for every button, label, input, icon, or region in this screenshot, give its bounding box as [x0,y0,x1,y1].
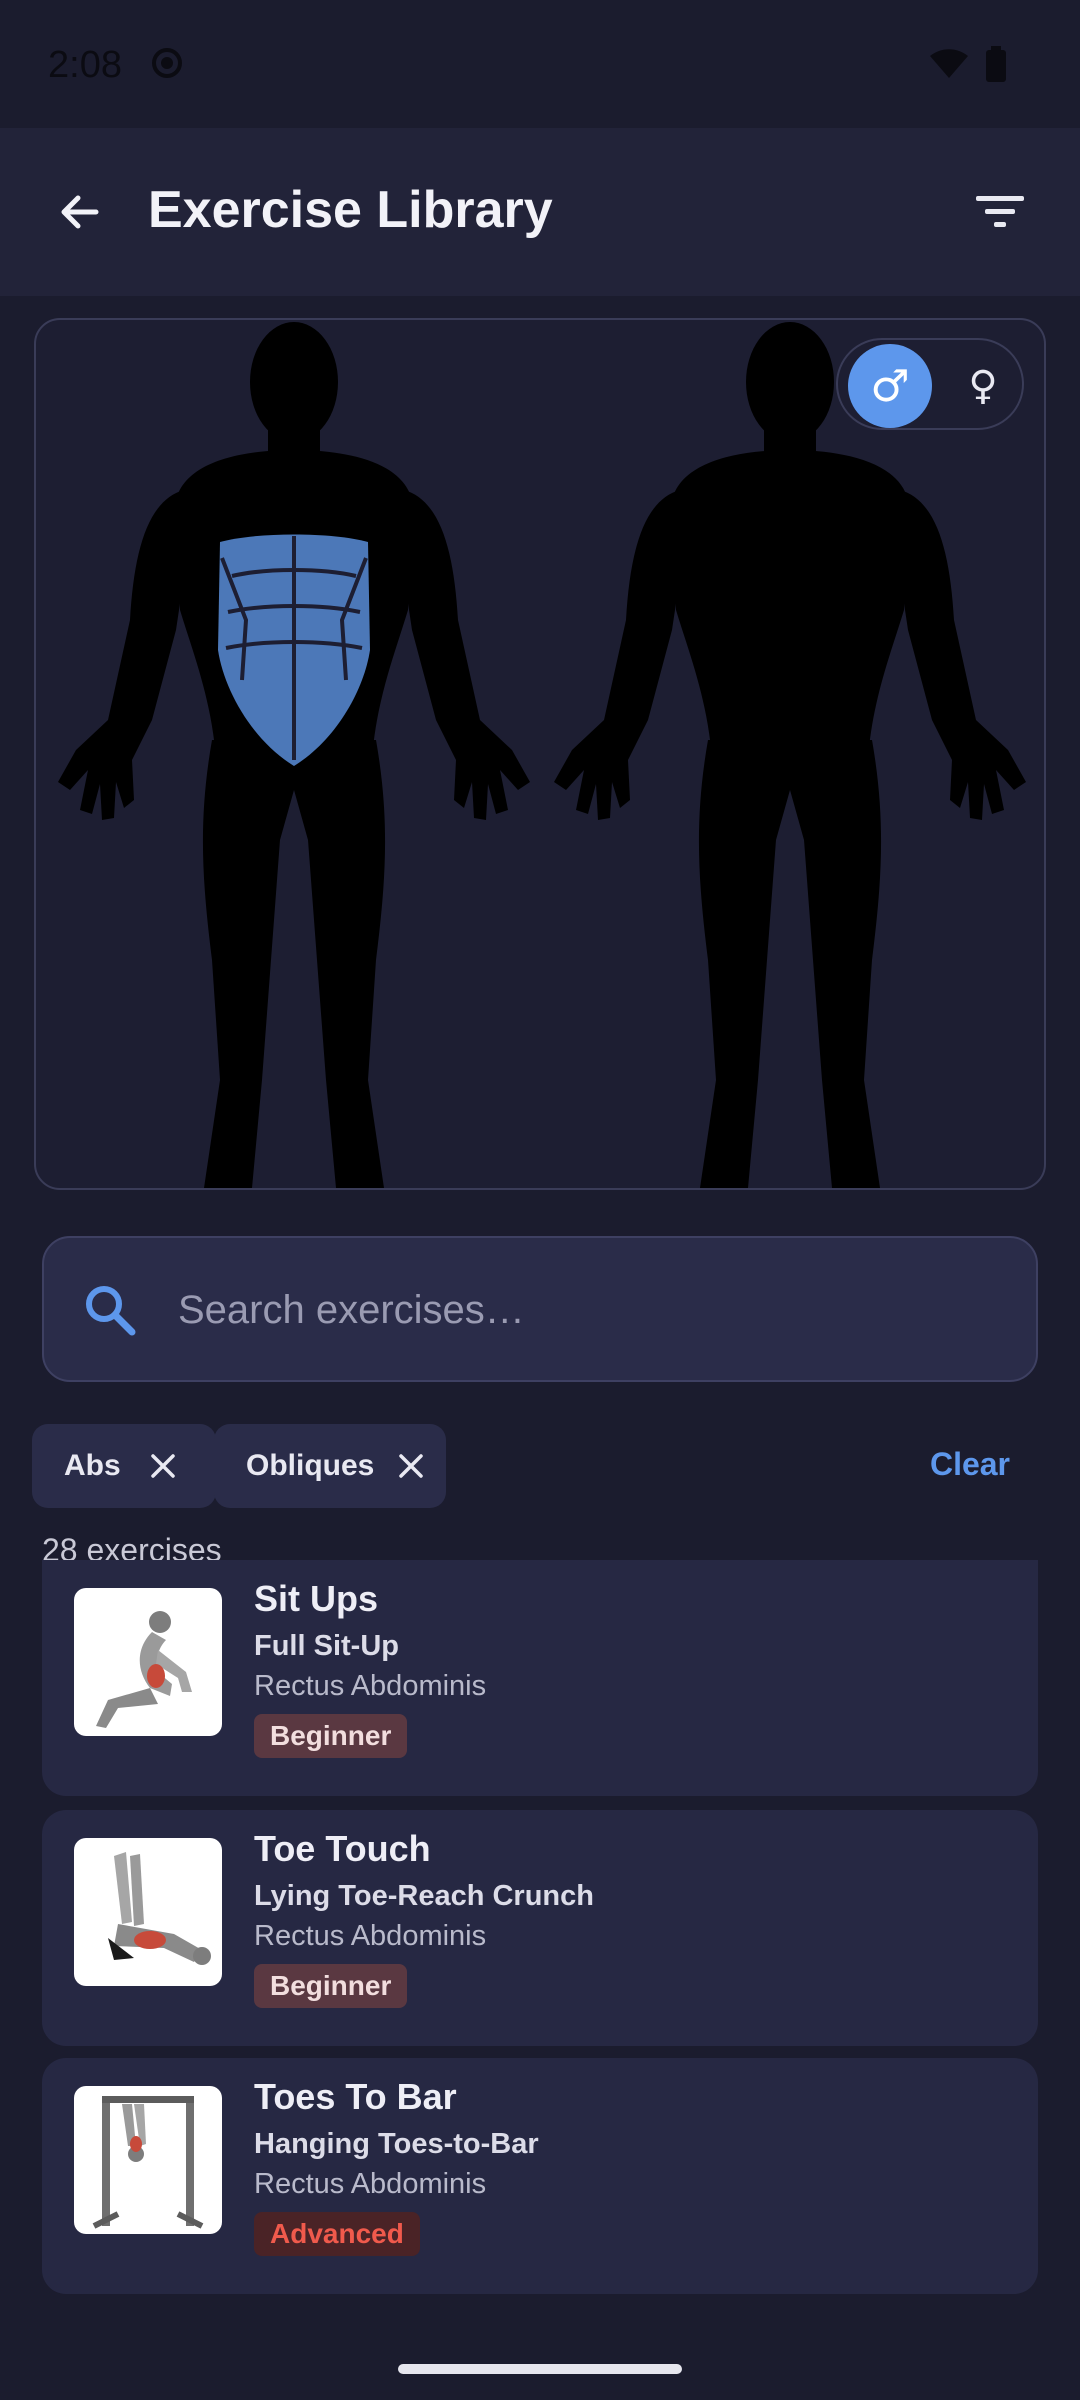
difficulty-badge: Beginner [254,1714,408,1758]
exercise-card-sit-ups[interactable]: Sit Ups Full Sit-Up Rectus Abdominis Beg… [42,1560,1038,1796]
status-time: 2:08 [48,44,122,86]
circle-status-icon [150,46,184,85]
filter-button[interactable] [960,172,1040,252]
exercise-muscle: Rectus Abdominis [254,1670,487,1702]
exercise-muscle: Rectus Abdominis [254,2168,487,2200]
home-indicator[interactable] [398,2364,682,2374]
exercise-name: Toes To Bar [254,2076,457,2117]
filter-chip-abs[interactable]: Abs [32,1424,216,1508]
app-bar: Exercise Library [0,128,1080,296]
male-toggle-button[interactable]: ♂ [848,344,932,428]
difficulty-badge: Beginner [254,1964,408,2008]
filter-chip-label: Obliques [246,1449,375,1482]
battery-icon [984,46,1008,87]
exercise-thumbnail [74,2086,222,2234]
difficulty-badge: Advanced [254,2212,420,2256]
filter-chip-label: Abs [64,1449,121,1482]
exercise-subtitle: Hanging Toes-to-Bar [254,2128,539,2160]
exercise-name: Toe Touch [254,1828,431,1869]
close-icon[interactable] [396,1446,426,1486]
status-bar: 2:08 [0,0,1080,128]
exercise-thumbnail [74,1588,222,1736]
female-icon: ♀ [968,363,998,409]
exercise-name: Sit Ups [254,1578,379,1619]
clear-filters-button[interactable]: Clear [930,1446,1010,1483]
arrow-left-icon [61,195,99,229]
exercise-muscle: Rectus Abdominis [254,1920,487,1952]
exercise-card-toe-touch[interactable]: Toe Touch Lying Toe-Reach Crunch Rectus … [42,1810,1038,2046]
back-body-silhouette[interactable] [554,322,1026,1188]
wifi-icon [928,46,970,85]
male-icon: ♂ [870,360,910,412]
body-map-card: ♂ ♀ [34,318,1046,1190]
body-map [58,322,1026,1188]
page-title: Exercise Library [148,181,553,239]
female-toggle-button[interactable]: ♀ [948,344,1018,428]
close-icon[interactable] [143,1446,183,1486]
exercise-subtitle: Full Sit-Up [254,1630,399,1662]
filter-chip-obliques[interactable]: Obliques [214,1424,446,1508]
filter-lines-icon [976,196,1024,227]
exercise-subtitle: Lying Toe-Reach Crunch [254,1880,594,1912]
exercise-thumbnail [74,1838,222,1986]
search-box [42,1236,1038,1382]
back-button[interactable] [40,172,120,252]
gender-toggle: ♂ ♀ [836,338,1024,430]
exercise-card-toes-to-bar[interactable]: Toes To Bar Hanging Toes-to-Bar Rectus A… [42,2058,1038,2294]
search-icon [86,1286,136,1336]
search-input[interactable] [178,1274,998,1346]
